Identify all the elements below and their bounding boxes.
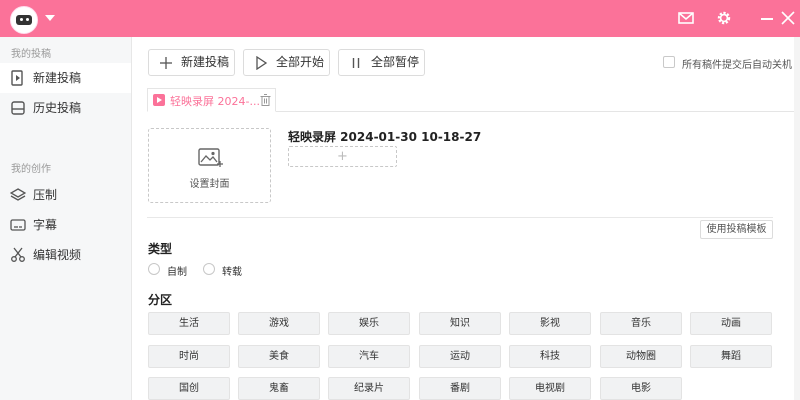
button-label: 全部暂停 [371,55,420,69]
title-bar [0,0,800,37]
zone-button[interactable]: 电影 [600,377,682,400]
zone-button[interactable]: 动物圈 [600,345,682,368]
avatar-eye [20,18,23,21]
inbox-icon [11,101,25,115]
type-radio-original[interactable]: 自制 [148,263,193,278]
type-radio-repost[interactable]: 转载 [203,263,248,278]
sidebar-item-encode[interactable]: 压制 [0,180,131,210]
pause-all-button[interactable]: 全部暂停 [338,49,425,76]
zone-button[interactable]: 生活 [148,312,230,335]
new-upload-button[interactable]: 新建投稿 [148,49,235,76]
minimize-icon[interactable] [761,18,773,20]
use-template-button[interactable]: 使用投稿模板 [700,220,773,239]
zone-button[interactable]: 汽车 [328,345,410,368]
sidebar-item-subtitle[interactable]: 字幕 [0,210,131,240]
zone-button[interactable]: 国创 [148,377,230,400]
mail-icon[interactable] [677,9,695,27]
avatar-eye [26,18,29,21]
zone-button[interactable]: 音乐 [600,312,682,335]
auto-shutdown-label: 所有稿件提交后自动关机 [682,60,792,71]
zone-button[interactable]: 知识 [419,312,501,335]
plus-icon [160,57,172,69]
subtitle-icon [10,219,26,231]
sidebar-item-label: 压制 [33,188,58,202]
layers-icon [10,188,26,201]
zone-button[interactable]: 舞蹈 [690,345,772,368]
section-divider [147,217,773,218]
image-add-icon [198,148,223,167]
sidebar-section-title: 我的投稿 [11,49,51,60]
sidebar-section-title: 我的创作 [11,164,51,175]
add-part-button[interactable]: + [288,146,397,167]
zone-button[interactable]: 娱乐 [328,312,410,335]
upload-video-icon [11,70,23,86]
zone-section-title: 分区 [148,293,173,307]
tab-label: 轻映录屏 2024-... [170,95,260,108]
zone-button[interactable]: 科技 [509,345,591,368]
sidebar-item-label: 新建投稿 [33,71,82,85]
sidebar-item-history[interactable]: 历史投稿 [0,93,131,123]
start-all-button[interactable]: 全部开始 [243,49,330,76]
zone-button[interactable]: 时尚 [148,345,230,368]
video-play-icon [153,94,165,106]
chevron-down-icon[interactable] [45,15,55,21]
avatar-face [16,15,32,25]
zone-button[interactable]: 电视剧 [509,377,591,400]
scissors-icon [11,247,25,262]
radio-circle[interactable] [203,263,215,275]
sidebar-item-edit-video[interactable]: 编辑视频 [0,240,131,270]
type-section-title: 类型 [148,242,173,256]
radio-label: 自制 [167,267,187,278]
gear-icon[interactable] [715,9,733,27]
zone-button[interactable]: 影视 [509,312,591,335]
scrollbar[interactable] [794,37,800,400]
pause-icon [352,58,360,68]
sidebar-item-new-upload[interactable]: 新建投稿 [0,63,131,93]
tab-video[interactable]: 轻映录屏 2024-... [147,88,276,112]
play-icon [256,56,268,70]
zone-button[interactable]: 纪录片 [328,377,410,400]
set-cover-label: 设置封面 [189,179,230,190]
zone-button[interactable]: 番剧 [419,377,501,400]
zone-button[interactable]: 鬼畜 [238,377,320,400]
button-label: 全部开始 [276,55,325,69]
zone-button[interactable]: 美食 [238,345,320,368]
sidebar-item-label: 编辑视频 [33,248,82,262]
sidebar: 我的投稿 新建投稿 历史投稿 我的创作 压制 字幕 编辑视频 [0,37,132,400]
auto-shutdown-checkbox[interactable] [663,56,675,68]
button-label: 新建投稿 [181,55,230,69]
set-cover-box[interactable]: 设置封面 [148,128,271,203]
zone-button[interactable]: 运动 [419,345,501,368]
radio-label: 转载 [222,267,242,278]
zone-button[interactable]: 游戏 [238,312,320,335]
sidebar-item-label: 历史投稿 [33,101,82,115]
close-icon[interactable] [780,10,796,26]
sidebar-item-label: 字幕 [33,218,58,232]
auto-shutdown-option[interactable]: 所有稿件提交后自动关机 [663,55,800,71]
radio-circle[interactable] [148,263,160,275]
video-title: 轻映录屏 2024-01-30 10-18-27 [288,130,482,144]
avatar[interactable] [10,6,38,34]
trash-icon[interactable] [260,94,271,106]
zone-button[interactable]: 动画 [690,312,772,335]
